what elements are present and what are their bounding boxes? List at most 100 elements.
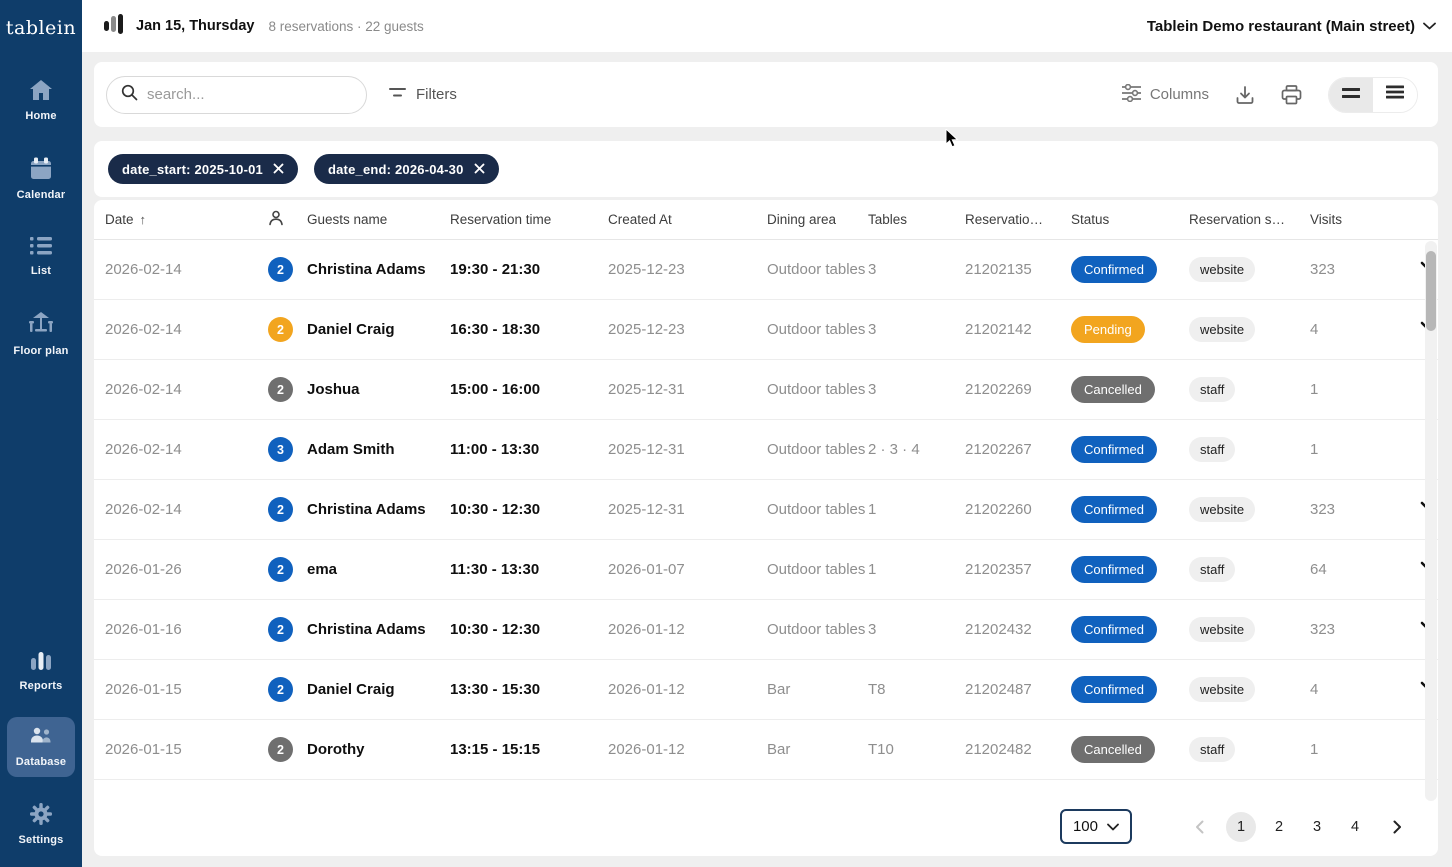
table-row[interactable]: 2026-02-14 2 Christina Adams 10:30 - 12:… <box>94 480 1438 540</box>
guests-count-cell: 2 <box>268 677 307 702</box>
table-row[interactable]: 2026-01-16 2 Christina Adams 10:30 - 12:… <box>94 600 1438 660</box>
chevron-down-icon <box>1107 818 1119 835</box>
density-compact-button[interactable] <box>1373 78 1417 112</box>
page-button-2[interactable]: 2 <box>1264 812 1294 842</box>
status-badge: Cancelled <box>1071 376 1155 403</box>
sidebar-item-calendar[interactable]: Calendar <box>7 147 75 210</box>
column-header-visits[interactable]: Visits <box>1310 212 1420 227</box>
filter-chip-label: date_start: 2025-10-01 <box>122 162 263 177</box>
table-row[interactable]: 2026-02-14 3 Adam Smith 11:00 - 13:30 20… <box>94 420 1438 480</box>
search-input[interactable] <box>147 86 337 103</box>
table-row[interactable]: 2026-02-14 2 Joshua 15:00 - 16:00 2025-1… <box>94 360 1438 420</box>
density-comfortable-button[interactable] <box>1329 78 1373 112</box>
current-date: Jan 15, Thursday <box>136 18 254 34</box>
status-cell: Cancelled <box>1071 376 1189 403</box>
status-cell: Confirmed <box>1071 556 1189 583</box>
filters-button[interactable]: Filters <box>389 86 457 103</box>
guests-count-cell: 2 <box>268 497 307 522</box>
sidebar-item-home[interactable]: Home <box>7 69 75 131</box>
column-header-guests[interactable] <box>268 210 307 229</box>
visits-cell: 1 <box>1310 381 1420 398</box>
page-button-1[interactable]: 1 <box>1226 812 1256 842</box>
sort-ascending-icon: ↑ <box>140 212 147 227</box>
calendar-icon <box>29 157 53 180</box>
column-header-reservation-id[interactable]: Reservatio… <box>965 212 1071 227</box>
sidebar-item-reports[interactable]: Reports <box>7 639 75 701</box>
reservation-date-cell: 2026-02-14 <box>105 321 268 338</box>
reservation-id-cell: 21202142 <box>965 321 1071 338</box>
scrollbar-thumb[interactable] <box>1426 251 1436 331</box>
dining-area-cell: Outdoor tables <box>767 381 868 398</box>
sidebar-item-label: Reports <box>20 680 63 692</box>
page-size-select[interactable]: 100 <box>1060 809 1132 844</box>
sidebar-item-database[interactable]: Database <box>7 717 75 777</box>
table-row[interactable]: 2026-02-14 2 Daniel Craig 16:30 - 18:30 … <box>94 300 1438 360</box>
column-header-reservation-time[interactable]: Reservation time <box>450 212 608 227</box>
reservation-time-cell: 10:30 - 12:30 <box>450 621 608 638</box>
table-row[interactable]: 2026-02-14 2 Christina Adams 19:30 - 21:… <box>94 240 1438 300</box>
column-header-tables[interactable]: Tables <box>868 212 965 227</box>
guests-count-cell: 2 <box>268 377 307 402</box>
visits-cell: 323 <box>1310 261 1420 278</box>
guest-name-cell: Adam Smith <box>307 441 450 458</box>
status-badge: Confirmed <box>1071 556 1157 583</box>
density-toggle <box>1328 77 1418 113</box>
vertical-scrollbar[interactable] <box>1425 241 1437 801</box>
status-badge: Confirmed <box>1071 676 1157 703</box>
source-cell: staff <box>1189 737 1310 762</box>
status-badge: Confirmed <box>1071 436 1157 463</box>
source-badge: website <box>1189 257 1255 282</box>
created-at-cell: 2026-01-12 <box>608 621 767 638</box>
sidebar-item-list[interactable]: List <box>7 226 75 286</box>
gear-icon <box>30 803 52 825</box>
previous-page-button[interactable] <box>1184 812 1214 842</box>
table-row[interactable]: 2026-01-15 2 Dorothy 13:15 - 15:15 2026-… <box>94 720 1438 780</box>
next-page-button[interactable] <box>1382 812 1412 842</box>
column-header-date[interactable]: Date ↑ <box>105 212 268 227</box>
reservation-date-cell: 2026-01-15 <box>105 681 268 698</box>
tables-cell: T8 <box>868 681 965 698</box>
sidebar-item-floor-plan[interactable]: Floor plan <box>7 302 75 366</box>
filters-label: Filters <box>416 86 457 103</box>
column-header-status[interactable]: Status <box>1071 212 1189 227</box>
search-box[interactable] <box>106 76 367 114</box>
guest-name-cell: Joshua <box>307 381 450 398</box>
download-button[interactable] <box>1235 85 1255 105</box>
reservation-time-cell: 19:30 - 21:30 <box>450 261 608 278</box>
source-badge: website <box>1189 677 1255 702</box>
reservation-id-cell: 21202260 <box>965 501 1071 518</box>
reservation-date-cell: 2026-01-16 <box>105 621 268 638</box>
filter-chip-date-start[interactable]: date_start: 2025-10-01 <box>108 154 298 184</box>
reservation-date-cell: 2026-02-14 <box>105 261 268 278</box>
close-icon[interactable] <box>273 162 284 177</box>
page-buttons: 1 2 3 4 <box>1222 812 1374 842</box>
source-cell: website <box>1189 677 1310 702</box>
reservations-summary: 8 reservations · 22 guests <box>268 19 423 34</box>
restaurant-selector[interactable]: Tablein Demo restaurant (Main street) <box>1147 17 1436 35</box>
day-stats-icon[interactable] <box>104 12 124 41</box>
filter-chip-date-end[interactable]: date_end: 2026-04-30 <box>314 154 499 184</box>
page-button-4[interactable]: 4 <box>1340 812 1370 842</box>
guests-count-cell: 3 <box>268 437 307 462</box>
dining-area-cell: Outdoor tables <box>767 621 868 638</box>
sidebar-item-settings[interactable]: Settings <box>7 793 75 855</box>
guest-name-cell: Christina Adams <box>307 621 450 638</box>
sidebar-item-label: Floor plan <box>13 345 68 357</box>
column-header-guests-name[interactable]: Guests name <box>307 212 450 227</box>
column-header-source[interactable]: Reservation s… <box>1189 212 1310 227</box>
table-row[interactable]: 2026-01-15 2 Daniel Craig 13:30 - 15:30 … <box>94 660 1438 720</box>
toolbar-right: Columns <box>1122 77 1418 113</box>
source-badge: staff <box>1189 437 1235 462</box>
columns-button[interactable]: Columns <box>1122 84 1209 106</box>
close-icon[interactable] <box>474 162 485 177</box>
column-header-created-at[interactable]: Created At <box>608 212 767 227</box>
status-cell: Cancelled <box>1071 736 1189 763</box>
sidebar-nav-bottom: Reports Database <box>0 639 82 867</box>
print-button[interactable] <box>1281 85 1302 105</box>
status-cell: Pending <box>1071 316 1189 343</box>
toolbar: Filters Columns <box>94 62 1438 127</box>
source-cell: website <box>1189 317 1310 342</box>
column-header-dining-area[interactable]: Dining area <box>767 212 868 227</box>
table-row[interactable]: 2026-01-26 2 ema 11:30 - 13:30 2026-01-0… <box>94 540 1438 600</box>
page-button-3[interactable]: 3 <box>1302 812 1332 842</box>
